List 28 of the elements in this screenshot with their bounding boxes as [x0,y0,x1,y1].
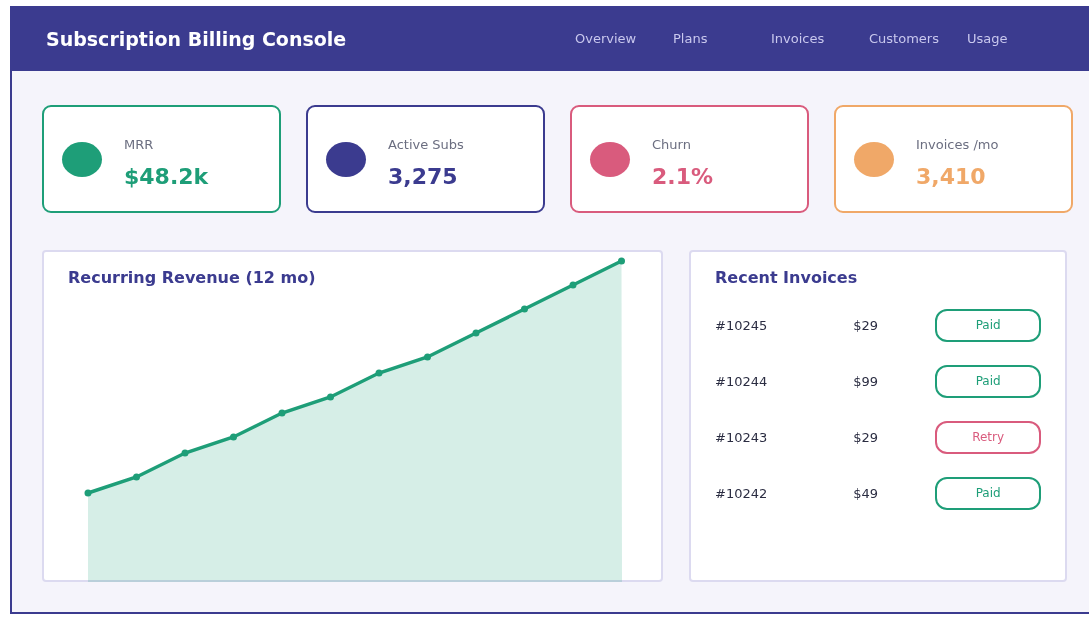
invoice-amount: $99 [853,373,880,389]
card-title: Recent Invoices [715,268,859,287]
invoice-amount: $49 [853,485,880,501]
nav-link[interactable]: Invoices [771,31,869,46]
nav-link[interactable]: Usage [967,31,1065,46]
stat-value: 3,275 [388,164,459,189]
status-badge: Retry [935,420,1041,454]
stat-label: Invoices /mo [916,137,999,152]
stat-value: 2.1% [652,164,713,189]
invoice-number: #10243 [715,429,769,445]
stat-value: 3,410 [916,164,987,189]
invoice-amount: $29 [853,317,880,333]
invoice-number: #10242 [715,485,769,501]
invoice-number: #10245 [715,317,769,333]
nav-link[interactable]: Plans [673,31,771,46]
chart-title: Recurring Revenue (12 mo) [68,268,317,287]
stat-value: $48.2k [124,164,209,189]
status-badge: Paid [935,364,1041,398]
invoice-amount: $29 [853,429,880,445]
app-title: Subscription Billing Console [46,27,348,50]
invoice-number: #10244 [715,373,769,389]
nav-link[interactable]: Overview [575,31,673,46]
status-badge: Paid [935,308,1041,342]
stat-label: Churn [652,137,692,152]
stat-label: MRR [124,137,155,152]
nav-link[interactable]: Customers [869,31,967,46]
stat-label: Active Subs [388,137,464,152]
status-badge: Paid [935,476,1041,510]
